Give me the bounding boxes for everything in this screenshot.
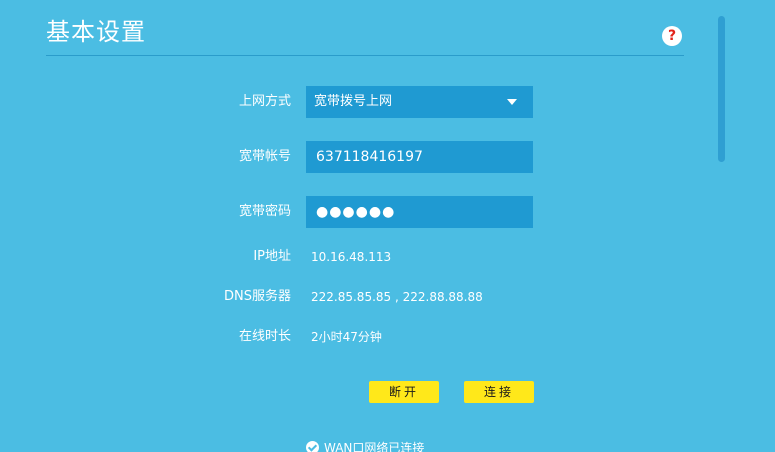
wan-status: WAN口网络已连接 — [306, 439, 424, 452]
ip-address-row: IP地址 10.16.48.113 — [0, 241, 775, 273]
scrollbar[interactable] — [718, 16, 725, 452]
page-title: 基本设置 — [46, 18, 146, 46]
title-divider — [46, 55, 684, 56]
online-duration-row: 在线时长 2小时47分钟 — [0, 321, 775, 353]
password-input[interactable]: ●●●●●● — [306, 196, 533, 228]
account-input[interactable] — [306, 141, 533, 173]
connect-button[interactable]: 连接 — [464, 381, 534, 403]
connection-type-label: 上网方式 — [238, 94, 291, 109]
password-masked-value: ●●●●●● — [316, 204, 396, 220]
online-duration-value: 2小时47分钟 — [311, 330, 382, 344]
dns-value: 222.85.85.85 , 222.88.88.88 — [311, 290, 483, 304]
connection-type-row: 上网方式 宽带拨号上网 — [0, 86, 775, 118]
dns-row: DNS服务器 222.85.85.85 , 222.88.88.88 — [0, 281, 775, 313]
password-label: 宽带密码 — [238, 204, 291, 219]
account-label: 宽带帐号 — [238, 149, 291, 164]
check-circle-icon — [306, 441, 319, 452]
account-row: 宽带帐号 — [0, 141, 775, 173]
basic-settings-page: 基本设置 ? 上网方式 宽带拨号上网 宽带帐号 宽带密码 ●●●●●● IP地址… — [0, 0, 775, 452]
disconnect-button[interactable]: 断开 — [369, 381, 439, 403]
connection-type-select[interactable]: 宽带拨号上网 — [306, 86, 533, 118]
wan-status-text: WAN口网络已连接 — [324, 441, 425, 452]
caret-down-icon — [507, 99, 517, 105]
ip-address-label: IP地址 — [253, 249, 291, 264]
password-row: 宽带密码 ●●●●●● — [0, 196, 775, 228]
ip-address-value: 10.16.48.113 — [311, 250, 392, 264]
connection-type-value: 宽带拨号上网 — [314, 94, 393, 109]
online-duration-label: 在线时长 — [238, 329, 291, 344]
dns-label: DNS服务器 — [224, 289, 291, 304]
question-mark-icon[interactable]: ? — [662, 26, 682, 46]
